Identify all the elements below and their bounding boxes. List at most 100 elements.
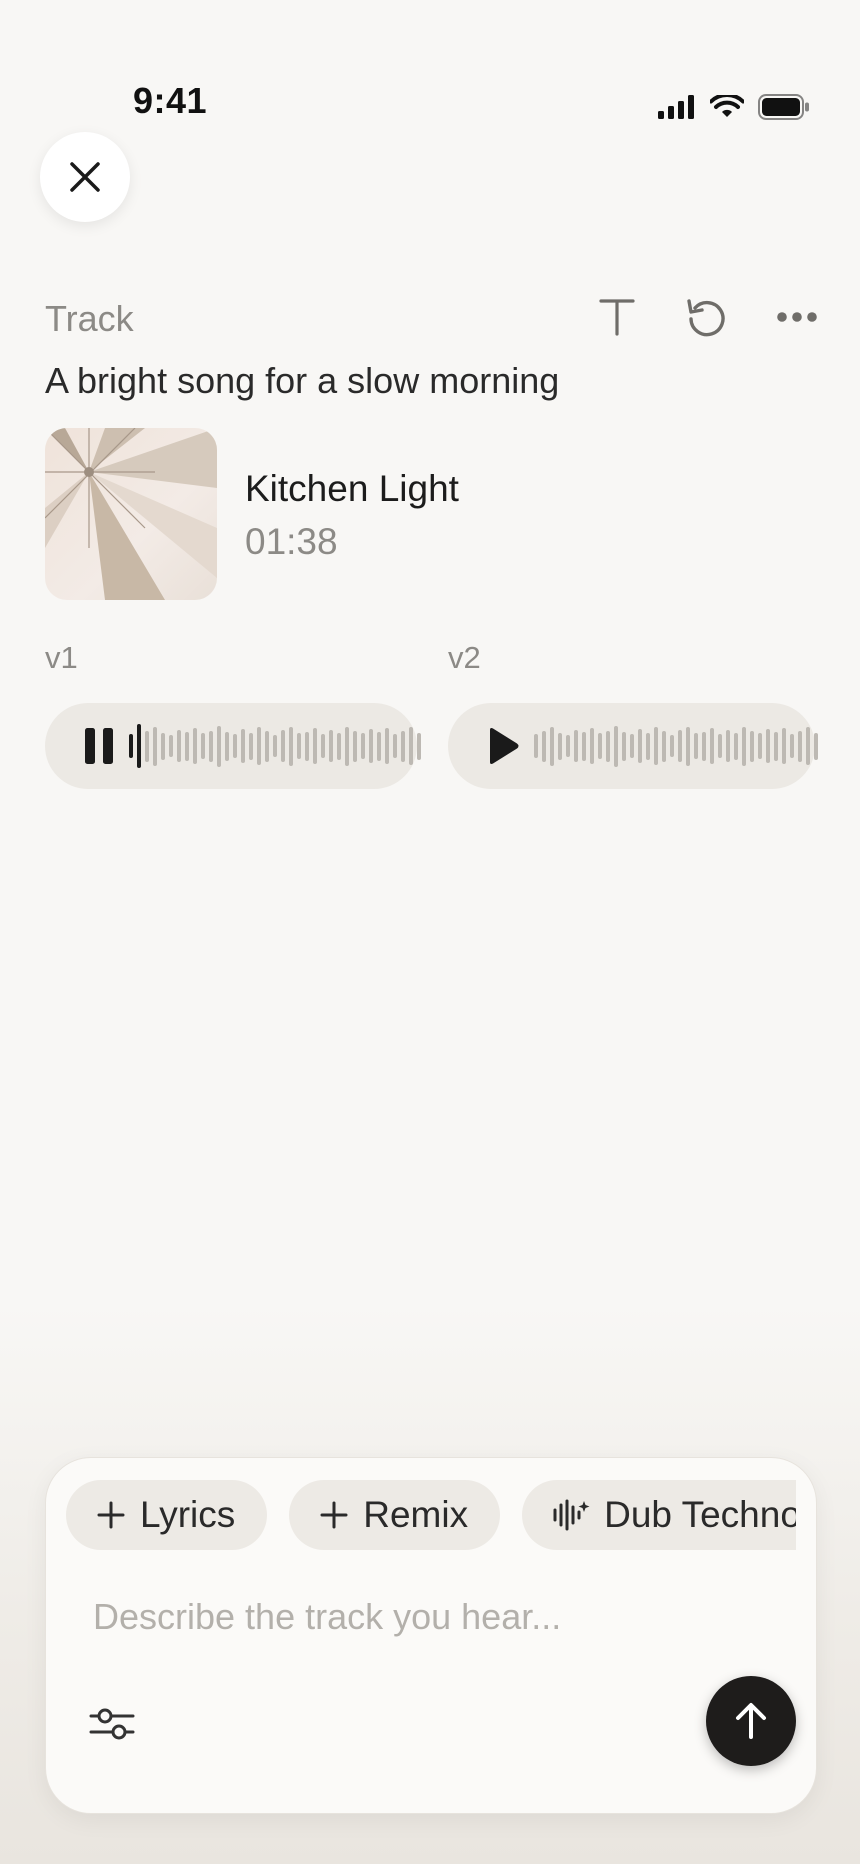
album-cover[interactable]: [45, 428, 217, 600]
waveform-bar: [161, 732, 165, 760]
undo-icon: [687, 299, 725, 337]
settings-button[interactable]: [86, 1698, 138, 1750]
sliders-icon: [89, 1708, 135, 1740]
waveform-bar: [638, 729, 642, 763]
song-duration: 01:38: [245, 521, 338, 562]
waveform-bar: [281, 730, 285, 762]
waveform-bar: [718, 734, 722, 758]
waveform-bar: [329, 730, 333, 762]
version-label: v1: [45, 640, 78, 675]
waveform-bar: [297, 733, 301, 759]
send-button[interactable]: [706, 1676, 796, 1766]
waveform-bar: [582, 731, 586, 761]
waveform-bar: [758, 733, 762, 759]
chip-lyrics[interactable]: Lyrics: [66, 1480, 268, 1550]
battery-icon: [758, 94, 809, 120]
waveform-bar: [289, 726, 293, 766]
waveform-bar: [337, 732, 341, 760]
version-player-v2[interactable]: [448, 703, 818, 789]
version-label: v2: [448, 640, 481, 675]
waveform-bar: [257, 727, 261, 765]
waveform-bar: [542, 730, 546, 762]
plus-icon: [97, 1501, 125, 1529]
waveform-bar: [726, 730, 730, 762]
waveform-bar: [305, 731, 309, 761]
playhead[interactable]: [137, 724, 141, 768]
waveform-bar: [169, 735, 173, 757]
chip-dub-techno[interactable]: Dub Techno: [522, 1480, 796, 1550]
waveform-bar: [622, 731, 626, 761]
text-icon: [599, 299, 635, 336]
waveform-bar: [225, 731, 229, 761]
close-button[interactable]: [40, 132, 130, 222]
play-button[interactable]: [486, 724, 520, 768]
pause-icon: [85, 728, 113, 764]
waveform-bar: [233, 734, 237, 758]
waveform-sparkle-icon: [553, 1499, 590, 1531]
waveform-bar: [654, 727, 658, 765]
section-label: Track: [45, 298, 134, 339]
waveform-bar: [702, 731, 706, 761]
waveform-bar: [153, 726, 157, 766]
waveform-bar: [209, 730, 213, 762]
more-horizontal-icon: [777, 312, 817, 322]
waveform-bar: [201, 733, 205, 759]
version-player-v1[interactable]: [45, 703, 421, 789]
waveform-bar: [814, 732, 818, 760]
waveform-bar: [361, 733, 365, 759]
waveform-bar: [550, 726, 554, 766]
track-prompt: A bright song for a slow morning: [45, 360, 560, 401]
waveform-bar: [694, 733, 698, 759]
play-icon: [490, 728, 519, 764]
waveform-bar: [766, 729, 770, 763]
waveform-bar: [193, 728, 197, 764]
plus-icon: [320, 1501, 348, 1529]
track-actions: [594, 294, 820, 340]
waveform-bar: [558, 732, 562, 760]
waveform-bar: [630, 734, 634, 758]
waveform-bar: [598, 733, 602, 759]
waveform-bar: [686, 726, 690, 766]
waveform-bar: [321, 734, 325, 758]
more-options-button[interactable]: [774, 294, 820, 340]
status-time: 9:41: [133, 80, 208, 121]
song-title: Kitchen Light: [245, 468, 459, 509]
waveform-bar: [742, 726, 746, 766]
waveform-bar: [129, 734, 133, 758]
waveform-bar: [534, 734, 538, 758]
waveform-bar: [750, 730, 754, 762]
waveform-bar: [670, 735, 674, 757]
waveform-bar: [377, 731, 381, 761]
arrow-up-icon: [736, 1703, 766, 1739]
waveform-bar: [590, 728, 594, 764]
chip-label: Lyrics: [140, 1494, 236, 1535]
status-icons: [658, 94, 810, 120]
waveform-bar: [177, 730, 181, 762]
waveform-bar: [417, 732, 421, 760]
describe-input[interactable]: [91, 1586, 735, 1648]
waveform-bar: [678, 730, 682, 762]
waveform-bar: [265, 730, 269, 762]
waveform-bar: [574, 730, 578, 762]
waveform-bar: [273, 735, 277, 757]
waveform-bar: [782, 728, 786, 764]
waveform-bar: [798, 730, 802, 762]
signal-icon: [658, 95, 694, 119]
waveform-bar: [313, 728, 317, 764]
waveform-bar: [385, 728, 389, 764]
waveform-bar: [345, 726, 349, 766]
waveform-bar: [145, 730, 149, 762]
regenerate-button[interactable]: [684, 294, 730, 340]
waveform[interactable]: [129, 716, 421, 776]
chip-label: Remix: [363, 1494, 469, 1535]
waveform-bar: [369, 729, 373, 763]
chip-remix[interactable]: Remix: [289, 1480, 501, 1550]
pause-button[interactable]: [83, 724, 115, 768]
waveform-bar: [241, 729, 245, 763]
waveform[interactable]: [534, 716, 818, 776]
waveform-bar: [790, 734, 794, 758]
chip-label: Dub Techno: [604, 1494, 796, 1535]
text-style-button[interactable]: [594, 294, 640, 340]
waveform-bar: [710, 728, 714, 764]
waveform-bar: [734, 732, 738, 760]
